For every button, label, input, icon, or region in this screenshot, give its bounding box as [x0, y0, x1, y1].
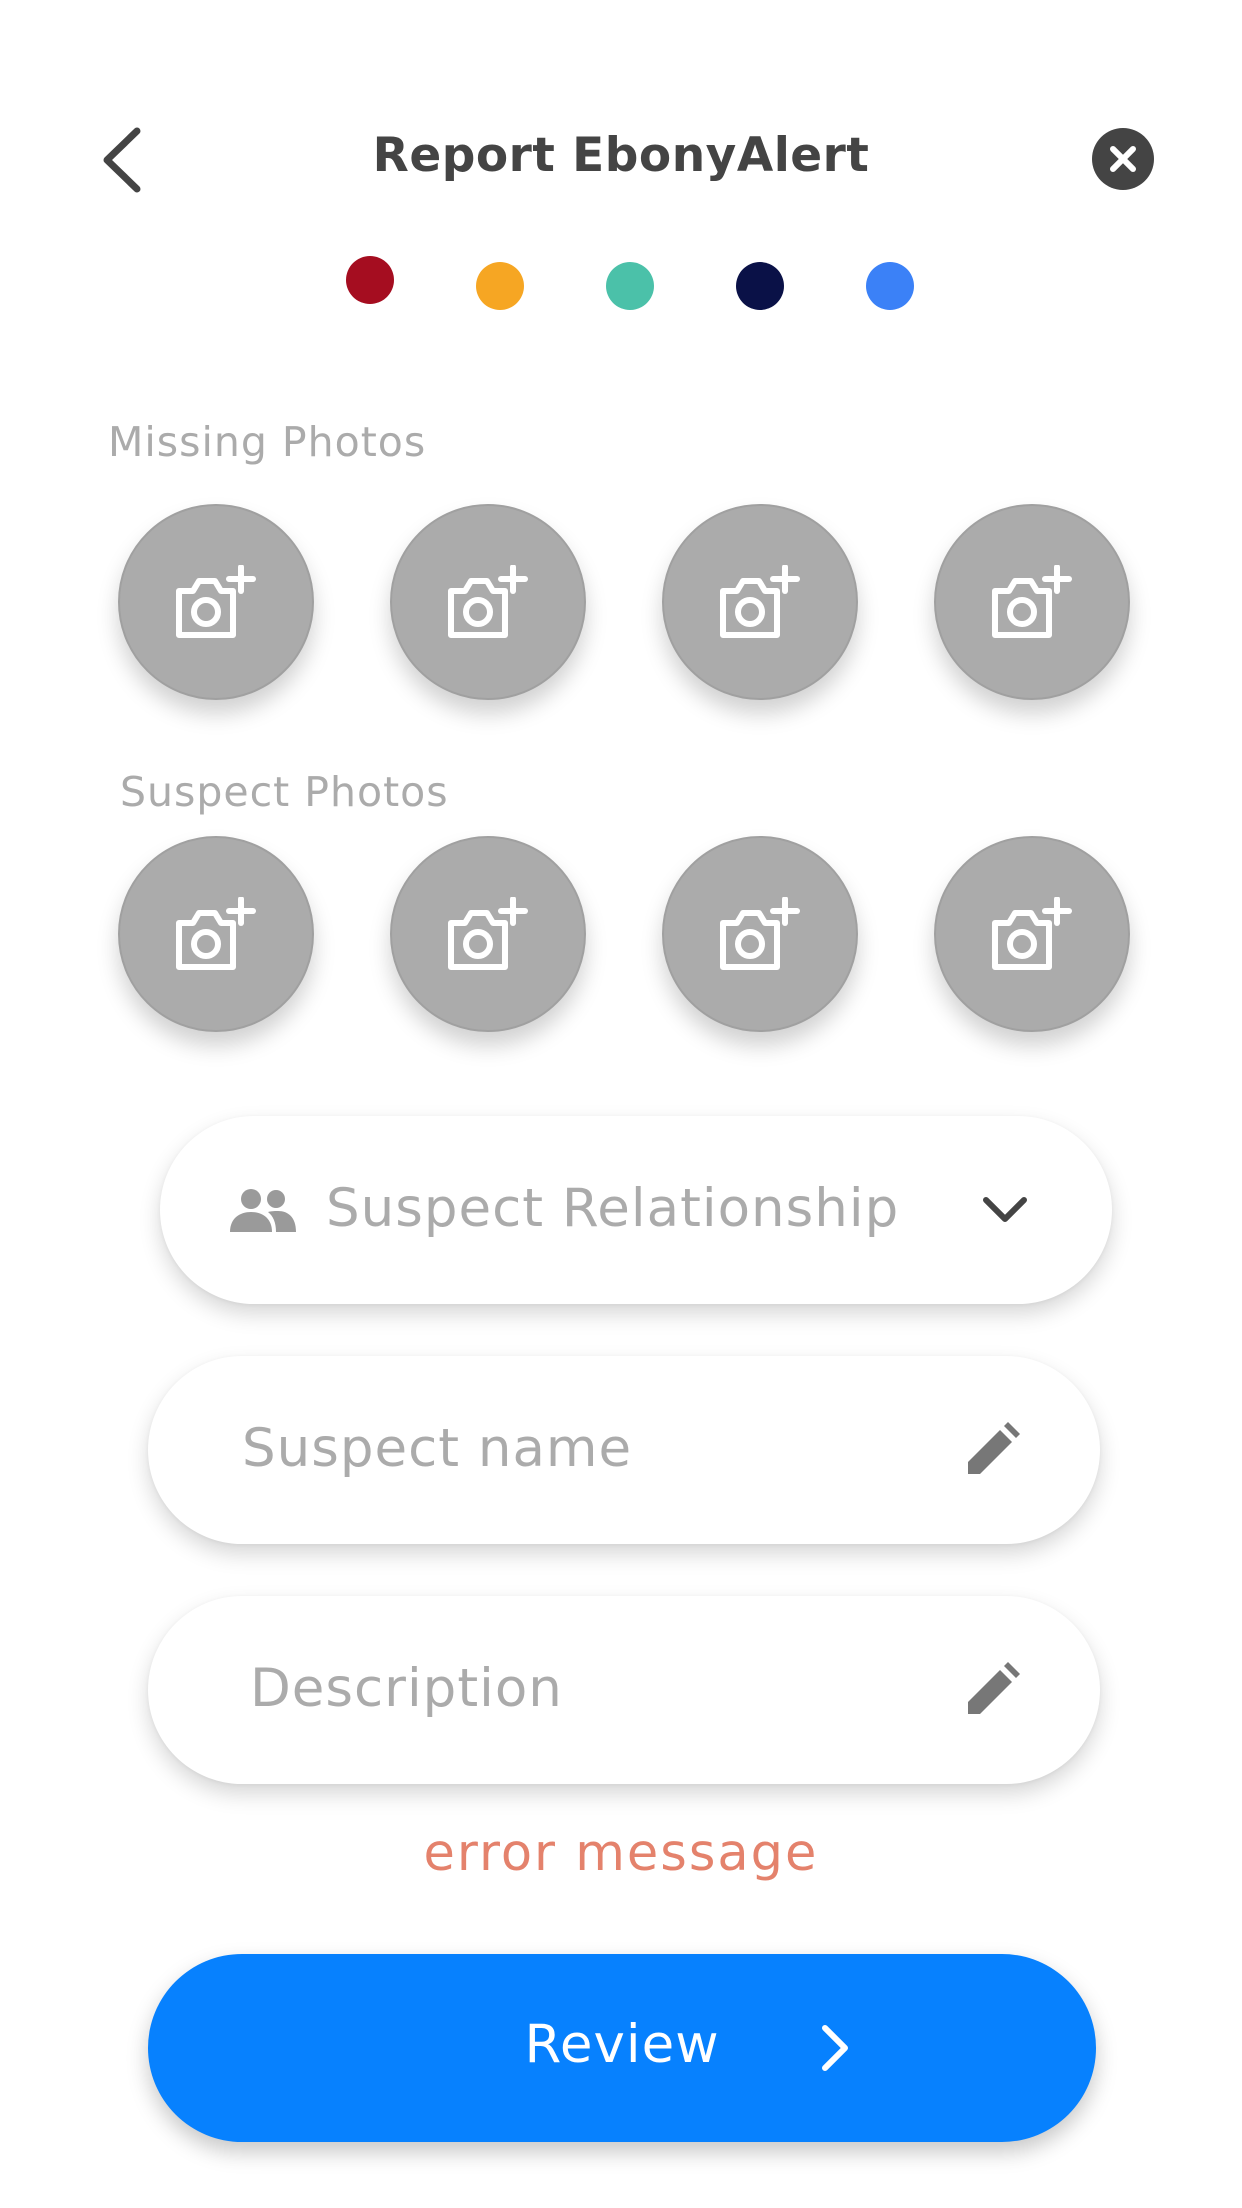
suspect-photo-slot-2[interactable]	[390, 836, 586, 1032]
missing-photo-slot-3[interactable]	[662, 504, 858, 700]
review-button-label: Review	[524, 2014, 720, 2075]
add-photo-icon	[175, 565, 257, 639]
add-photo-icon	[991, 565, 1073, 639]
suspect-relationship-placeholder: Suspect Relationship	[326, 1178, 900, 1239]
missing-photos-label: Missing Photos	[108, 418, 427, 466]
add-photo-icon	[447, 897, 529, 971]
add-photo-icon	[719, 897, 801, 971]
step-dot-3	[606, 262, 654, 310]
error-message: error message	[423, 1824, 819, 1883]
review-button[interactable]: Review	[148, 1954, 1096, 2142]
people-icon	[230, 1189, 296, 1232]
missing-photo-slot-1[interactable]	[118, 504, 314, 700]
step-dot-1	[346, 256, 394, 304]
suspect-photos-label: Suspect Photos	[120, 768, 449, 816]
suspect-photo-slot-4[interactable]	[934, 836, 1130, 1032]
pencil-icon[interactable]	[964, 1662, 1020, 1718]
add-photo-icon	[991, 897, 1073, 971]
chevron-down-icon	[983, 1197, 1027, 1222]
suspect-name-placeholder: Suspect name	[242, 1418, 633, 1479]
step-dot-4	[736, 262, 784, 310]
suspect-relationship-select[interactable]: Suspect Relationship	[160, 1116, 1112, 1304]
add-photo-icon	[447, 565, 529, 639]
suspect-photo-slot-1[interactable]	[118, 836, 314, 1032]
description-field[interactable]: Description	[148, 1596, 1100, 1784]
add-photo-icon	[719, 565, 801, 639]
missing-photo-slot-2[interactable]	[390, 504, 586, 700]
suspect-photo-slot-3[interactable]	[662, 836, 858, 1032]
step-indicator	[0, 0, 1242, 320]
suspect-name-field[interactable]: Suspect name	[148, 1356, 1100, 1544]
step-dot-2	[476, 262, 524, 310]
description-placeholder: Description	[250, 1658, 563, 1719]
step-dot-5	[866, 262, 914, 310]
missing-photo-slot-4[interactable]	[934, 504, 1130, 700]
chevron-right-icon	[822, 2025, 848, 2071]
pencil-icon[interactable]	[964, 1422, 1020, 1478]
add-photo-icon	[175, 897, 257, 971]
